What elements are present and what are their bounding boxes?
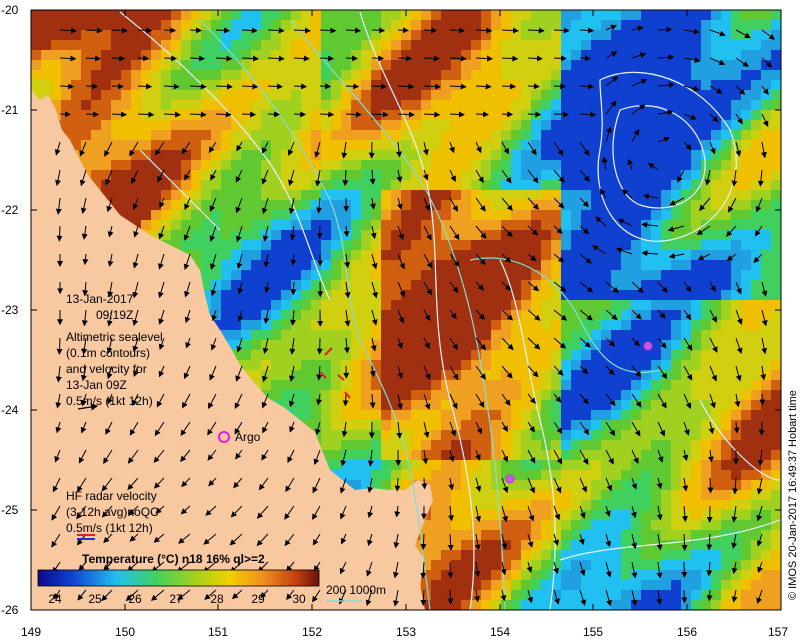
colorbar-tick: 29: [251, 592, 265, 606]
lon-label: 151: [208, 625, 228, 639]
lat-label: -24: [1, 403, 19, 417]
lat-label: -21: [1, 103, 19, 117]
altimetry-line: and velocity for: [66, 362, 147, 376]
argo-label: Argo: [235, 430, 261, 444]
colorbar-tick: 24: [48, 592, 62, 606]
colorbar-tick: 27: [169, 592, 183, 606]
hf-line: (3-12h avg)noQC: [66, 505, 159, 519]
hf-line: 0.5m/s (1kt 12h): [66, 521, 153, 535]
credit-label: © IMOS 20-Jan-2017 16:49:37 Hobart time: [787, 390, 799, 600]
depth-label: 200 1000m: [326, 583, 386, 597]
colorbar-gradient: [37, 569, 320, 587]
lat-label: -26: [1, 603, 19, 617]
colorbar-tick: 26: [128, 592, 142, 606]
lon-label: 155: [583, 625, 603, 639]
lat-label: -22: [1, 203, 19, 217]
sst-map: 149 150 151 152 153 154 155 156 157 -20 …: [1, 3, 799, 639]
lon-label: 150: [115, 625, 135, 639]
argo-float: [643, 341, 653, 351]
latitude-labels: -20 -21 -22 -23 -24 -25 -26: [1, 3, 19, 617]
lat-label: -20: [1, 3, 19, 17]
hf-radar-legend: HF radar velocity (3-12h avg)noQC 0.5m/s…: [66, 489, 159, 540]
map-area: [31, 10, 781, 611]
argo-float: [505, 474, 515, 484]
colorbar-title: Temperature (°C) n18 16% ql>=2: [82, 552, 265, 566]
lon-label: 152: [302, 625, 322, 639]
time-label: 09:19Z: [96, 308, 133, 322]
lon-label: 149: [21, 625, 41, 639]
longitude-labels: 149 150 151 152 153 154 155 156 157: [21, 625, 788, 639]
colorbar-tick: 30: [292, 592, 306, 606]
lon-label: 154: [490, 625, 510, 639]
date-label: 13-Jan-2017: [66, 292, 134, 306]
lat-label: -23: [1, 303, 19, 317]
colorbar-tick: 25: [88, 592, 102, 606]
lon-label: 156: [677, 625, 697, 639]
altimetry-line: 0.5m/s (1kt 12h): [66, 394, 153, 408]
lon-label: 153: [396, 625, 416, 639]
altimetry-line: 13-Jan 09Z: [66, 378, 127, 392]
lon-label: 157: [768, 625, 788, 639]
altimetry-line: (0.1m contours): [66, 346, 150, 360]
lat-label: -25: [1, 503, 19, 517]
hf-line: HF radar velocity: [66, 489, 157, 503]
colorbar-tick: 28: [210, 592, 224, 606]
altimetry-line: Altimetric sealevel: [66, 330, 163, 344]
